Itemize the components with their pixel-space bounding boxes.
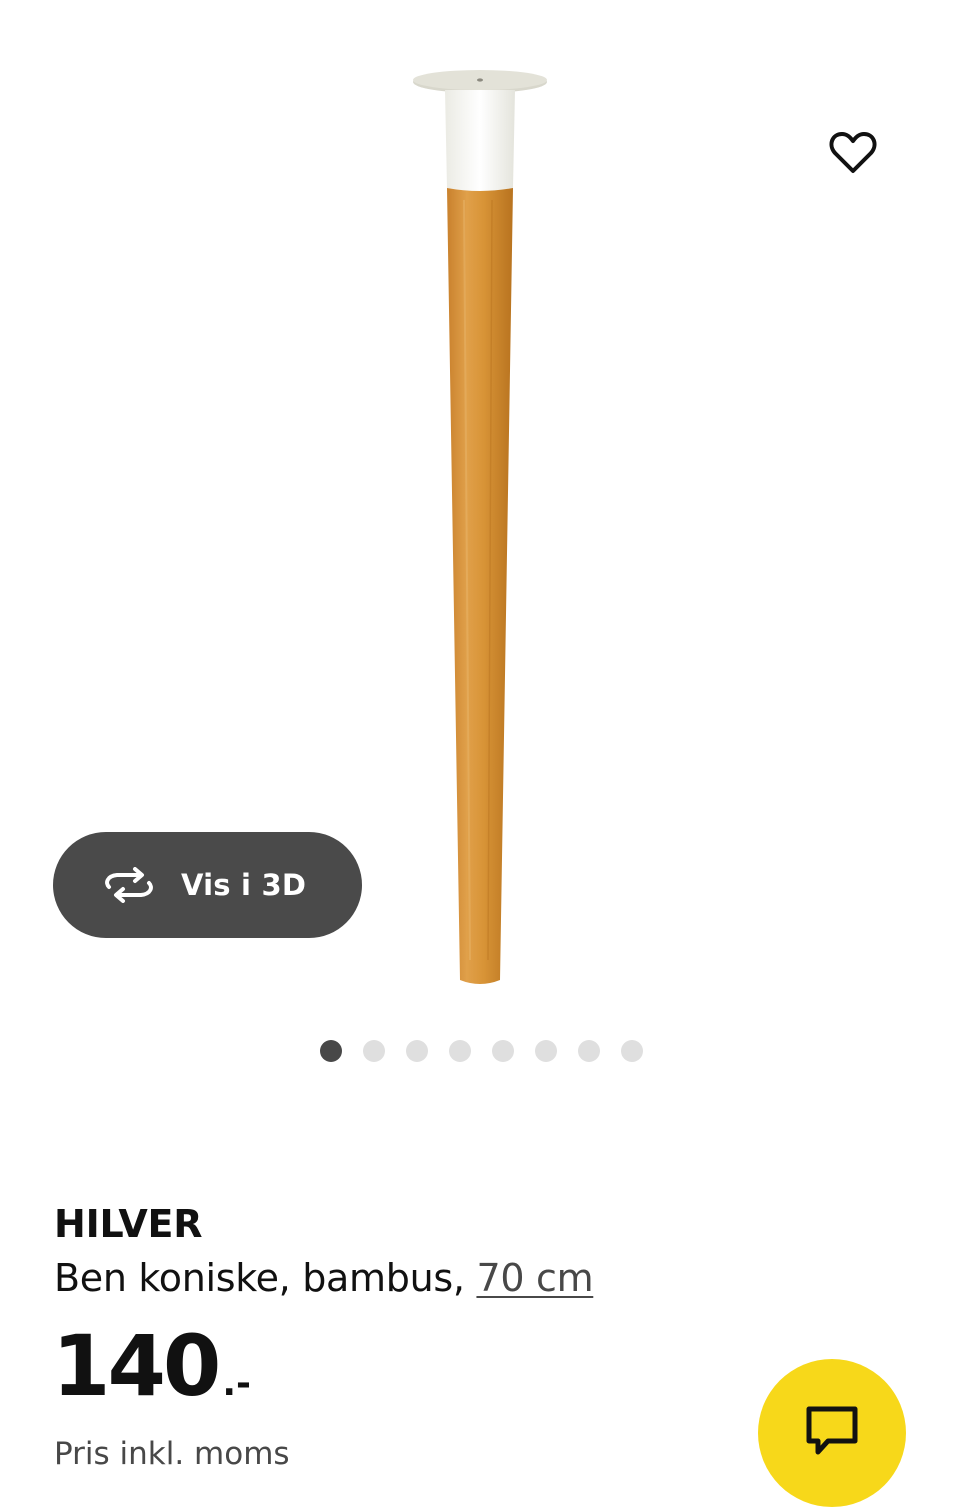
- carousel-dot[interactable]: [406, 1040, 428, 1062]
- price-integer: 140: [52, 1317, 221, 1415]
- favorite-button[interactable]: [820, 124, 886, 186]
- carousel-dot[interactable]: [578, 1040, 600, 1062]
- price-suffix: .-: [222, 1363, 251, 1404]
- carousel-dot[interactable]: [535, 1040, 557, 1062]
- chat-button[interactable]: [758, 1359, 906, 1507]
- carousel-dot[interactable]: [492, 1040, 514, 1062]
- carousel-dot-active[interactable]: [320, 1040, 342, 1062]
- product-description: Ben koniske, bambus, 70 cm: [54, 1256, 594, 1300]
- chat-bubble-icon: [804, 1404, 860, 1462]
- price-note: Pris inkl. moms: [54, 1436, 290, 1472]
- carousel-dot[interactable]: [449, 1040, 471, 1062]
- product-name: HILVER: [54, 1202, 203, 1246]
- view-3d-label: Vis i 3D: [181, 868, 307, 902]
- image-carousel-indicator: [320, 1040, 643, 1062]
- rotate-3d-icon: [101, 865, 157, 905]
- product-description-text: Ben koniske, bambus,: [54, 1256, 477, 1300]
- heart-outline-icon: [829, 131, 877, 179]
- carousel-dot[interactable]: [621, 1040, 643, 1062]
- carousel-dot[interactable]: [363, 1040, 385, 1062]
- product-price: 140 .-: [52, 1317, 251, 1415]
- product-image[interactable]: [400, 60, 560, 990]
- view-3d-button[interactable]: Vis i 3D: [53, 832, 362, 938]
- size-option-link[interactable]: 70 cm: [476, 1256, 593, 1300]
